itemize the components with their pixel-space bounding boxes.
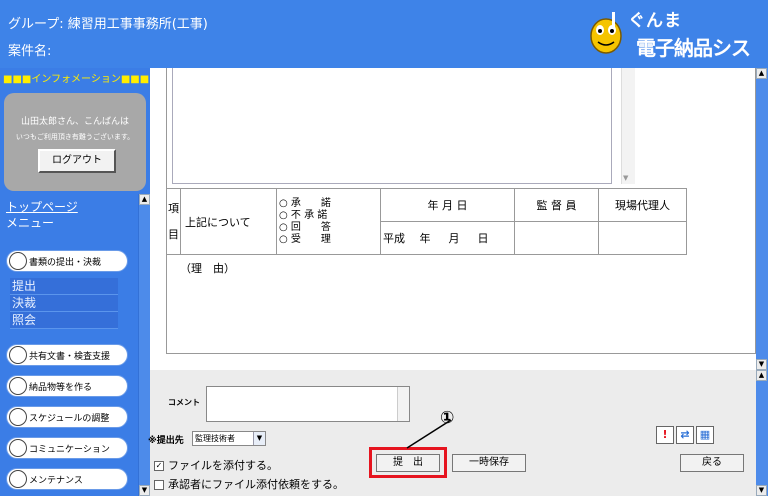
request-attach-label: 承認者にファイル添付依頼をする。 [168, 478, 344, 491]
nav-label: 共有文書・検査支援 [29, 352, 111, 362]
textarea-scrollbar[interactable]: ▼ [621, 68, 635, 184]
mascot-icon [590, 12, 622, 54]
option-reply[interactable]: ○ 回 答 [279, 222, 380, 234]
disc-icon [9, 377, 27, 395]
information-banner: ■■■インフォメーション■■■ [3, 74, 150, 85]
app-header: グループ: 練習用工事事務所(工事) 案件名: ぐんま 電子納品システム [0, 0, 768, 89]
attach-file-row[interactable]: ✓ ファイルを添付する。 [154, 457, 278, 473]
destination-select[interactable]: 監理技術者 ▼ [192, 431, 266, 446]
menu-links: トップページ メニュー [6, 199, 78, 231]
case-label: 案件名: [8, 44, 52, 59]
option-reject[interactable]: ○ 不 承 諾 [279, 210, 380, 222]
comment-input[interactable] [206, 386, 410, 422]
nav-label: メンテナンス [29, 476, 83, 486]
scroll-down-icon[interactable]: ▼ [756, 485, 767, 496]
request-attach-checkbox[interactable] [154, 480, 164, 490]
user-greeting: 山田太郎さん、こんばんは [20, 117, 129, 127]
user-greeting-box: 山田太郎さん、こんばんは いつもご利用頂き有難うございます。 ログアウト [4, 93, 146, 191]
nav-create-deliverables[interactable]: 納品物等を作る [6, 375, 128, 397]
option-accept[interactable]: ○ 承 諾 [279, 198, 380, 210]
mail-icon [9, 439, 27, 457]
temp-save-button[interactable]: 一時保存 [452, 454, 526, 472]
form-scrollbar[interactable]: ▲ ▼ [756, 68, 768, 370]
submission-controls: コメント ※提出先 監理技術者 ▼ ✓ ファイルを添付する。 承認者にファイル添付… [148, 370, 756, 496]
scroll-up-icon[interactable]: ▲ [139, 194, 150, 205]
sidebar-scrollbar[interactable]: ▲ ▼ [138, 194, 150, 496]
destination-value: 監理技術者 [195, 434, 235, 443]
nav-label: 納品物等を作る [29, 383, 93, 393]
regarding-cell: 上記について [180, 188, 277, 255]
nav-label: 書類の提出・決裁 [29, 258, 102, 268]
content-textarea[interactable]: ▼ [172, 68, 635, 184]
scroll-down-icon[interactable]: ▼ [139, 485, 150, 496]
nav-label: コミュニケーション [29, 445, 110, 455]
nav-document-submission[interactable]: 書類の提出・決裁 [6, 250, 128, 272]
user-message: いつもご利用頂き有難うございます。 [15, 133, 135, 141]
comment-scrollbar[interactable] [397, 387, 409, 421]
reason-label: （理 由） [180, 262, 235, 275]
page-scrollbar[interactable]: ▲ ▼ ▲ ▼ [756, 68, 768, 496]
nav-communication[interactable]: コミュニケーション [6, 437, 128, 459]
approval-table: 項目 上記について ○ 承 諾 ○ 不 承 諾 ○ 回 答 ○ 受 理 年 月 … [166, 188, 687, 255]
nav-maintenance[interactable]: メンテナンス [6, 468, 128, 490]
option-receive[interactable]: ○ 受 理 [279, 234, 380, 246]
tool-icons: ! ⇄ ▦ [656, 426, 716, 446]
menu-label: メニュー [6, 216, 55, 230]
request-attach-row[interactable]: 承認者にファイル添付依頼をする。 [154, 476, 344, 492]
supervisor-header: 監 督 員 [514, 188, 599, 222]
transfer-icon[interactable]: ⇄ [676, 426, 694, 444]
folder-icon [9, 346, 27, 364]
nav-schedule[interactable]: スケジュールの調整 [6, 406, 128, 428]
supervisor-seal [514, 221, 599, 255]
destination-label: ※提出先 [148, 436, 184, 446]
app-logo: ぐんま 電子納品システム [582, 4, 764, 89]
comment-label: コメント [168, 398, 200, 407]
attach-file-label: ファイルを添付する。 [168, 459, 278, 472]
top-page-link[interactable]: トップページ [6, 199, 78, 215]
back-button[interactable]: 戻る [680, 454, 744, 472]
navigation-panel: トップページ メニュー 書類の提出・決裁 提出 決裁 照会 共有文書・検査支援 … [0, 194, 150, 496]
decision-options: ○ 承 諾 ○ 不 承 諾 ○ 回 答 ○ 受 理 [276, 188, 381, 255]
scroll-down-icon[interactable]: ▼ [623, 174, 628, 182]
scroll-up-icon[interactable]: ▲ [756, 370, 767, 381]
callout-number: ① [440, 408, 455, 428]
item-label-cell: 項目 [166, 188, 181, 255]
attach-file-checkbox[interactable]: ✓ [154, 461, 164, 471]
wrench-icon [9, 470, 27, 488]
document-icon [9, 252, 27, 270]
calendar-icon[interactable]: ▦ [696, 426, 714, 444]
scroll-down-icon[interactable]: ▼ [756, 359, 767, 370]
form-area: ▼ 項目 上記について ○ 承 諾 ○ 不 承 諾 ○ 回 答 ○ 受 理 年 … [150, 68, 768, 370]
sidebar: ■■■インフォメーション■■■ 山田太郎さん、こんばんは いつもご利用頂き有難う… [0, 68, 150, 496]
logout-button[interactable]: ログアウト [38, 149, 116, 173]
submenu: 提出 決裁 照会 [10, 278, 118, 329]
submenu-item-approve[interactable]: 決裁 [10, 295, 118, 312]
scroll-up-icon[interactable]: ▲ [756, 68, 767, 79]
chevron-down-icon[interactable]: ▼ [253, 432, 265, 445]
group-label: グループ: 練習用工事事務所(工事) [8, 17, 208, 32]
site-agent-seal [598, 221, 687, 255]
nav-label: スケジュールの調整 [29, 414, 110, 424]
alert-icon[interactable]: ! [656, 426, 674, 444]
calendar-icon [9, 408, 27, 426]
logo-title: ぐんま [628, 11, 682, 31]
site-agent-header: 現場代理人 [598, 188, 687, 222]
submenu-item-submit[interactable]: 提出 [10, 278, 118, 295]
date-header: 年 月 日 [380, 188, 515, 222]
date-value: 平成 年 月 日 [380, 221, 515, 255]
controls-scrollbar[interactable]: ▲ ▼ [756, 370, 768, 496]
nav-shared-documents[interactable]: 共有文書・検査支援 [6, 344, 128, 366]
submenu-item-inquiry[interactable]: 照会 [10, 312, 118, 329]
submit-highlight [369, 447, 447, 478]
